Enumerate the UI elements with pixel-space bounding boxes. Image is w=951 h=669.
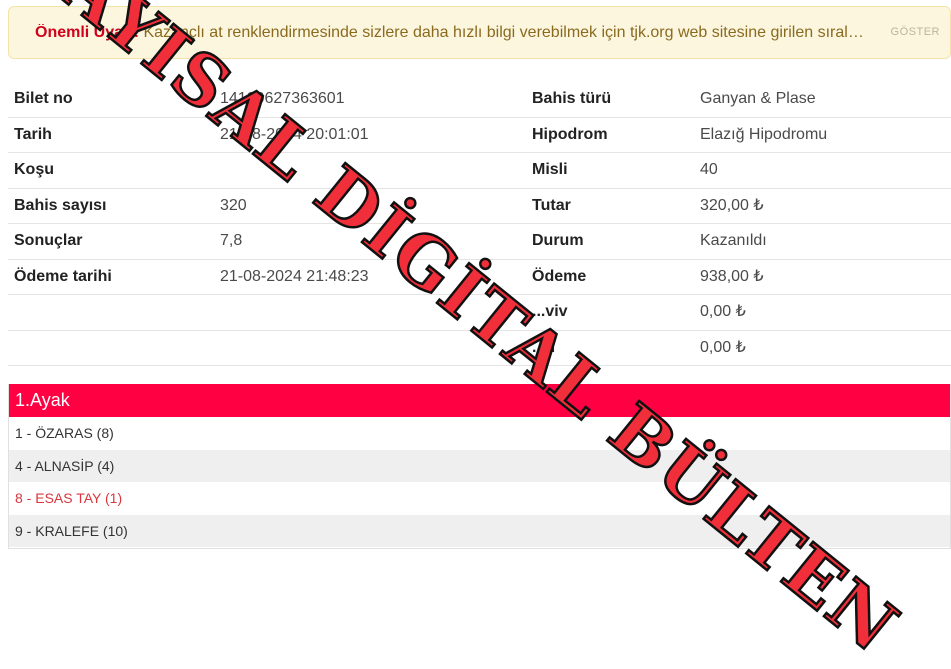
detail-row: Koşu Misli 40 <box>8 153 951 189</box>
detail-label: Bilet no <box>14 90 73 107</box>
detail-label: Bahis sayısı <box>14 196 107 214</box>
warning-banner: Önemli Uyarı! Kazançlı at renklendirmesi… <box>8 6 951 59</box>
detail-value: 21-08-2024 21:48:23 <box>220 267 369 285</box>
detail-value: 320,00 ₺ <box>700 196 764 214</box>
warning-message: Kazançlı at renklendirmesinde sizlere da… <box>143 24 865 41</box>
detail-label: Koşu <box>14 161 54 178</box>
detail-value: 7,8 <box>220 232 243 249</box>
detail-value: Elazığ Hipodromu <box>700 125 828 143</box>
detail-label: Sonuçlar <box>14 232 83 249</box>
detail-row: ...d 0,00 ₺ <box>8 331 951 366</box>
detail-value: Kazanıldı <box>700 232 767 249</box>
detail-label: Hipodrom <box>532 125 608 143</box>
detail-value: 21-08-2024 20:01:01 <box>220 125 369 143</box>
leg-title: 1.Ayak <box>9 384 950 417</box>
detail-row: Bilet no 14100627363601 Bahis türü Ganya… <box>8 82 951 118</box>
detail-label: Ödeme tarihi <box>14 267 112 285</box>
detail-label: Tutar <box>532 196 571 214</box>
horse-row[interactable]: 4 - ALNASİP (4) <box>9 449 950 482</box>
detail-label: Tarih <box>14 125 52 143</box>
detail-label: ...d <box>532 338 556 356</box>
detail-value: Ganyan & Plase <box>700 90 816 107</box>
horse-row[interactable]: 1 - ÖZARAS (8) <box>9 417 950 450</box>
detail-row: Tarih 21-08-2024 20:01:01 Hipodrom Elazı… <box>8 118 951 153</box>
detail-row: Sonuçlar 7,8 Durum Kazanıldı <box>8 224 951 260</box>
detail-label: Bahis türü <box>532 90 612 107</box>
detail-row: ...viv 0,00 ₺ <box>8 295 951 331</box>
detail-value: 320 <box>220 196 247 214</box>
detail-label: Durum <box>532 232 584 249</box>
ticket-details: Bilet no 14100627363601 Bahis türü Ganya… <box>8 82 951 366</box>
show-button[interactable]: GÖSTER <box>891 26 940 38</box>
detail-value: 0,00 ₺ <box>700 338 746 356</box>
leg-panel: 1.Ayak 1 - ÖZARAS (8) 4 - ALNASİP (4) 8 … <box>8 384 951 549</box>
horse-row-highlighted[interactable]: 8 - ESAS TAY (1) <box>9 482 950 515</box>
detail-value: 0,00 ₺ <box>700 303 746 320</box>
detail-row: Bahis sayısı 320 Tutar 320,00 ₺ <box>8 189 951 224</box>
warning-text: Önemli Uyarı! Kazançlı at renklendirmesi… <box>35 24 865 42</box>
horse-row[interactable]: 9 - KRALEFE (10) <box>9 514 950 547</box>
detail-label: Ödeme <box>532 267 587 285</box>
detail-row: Ödeme tarihi 21-08-2024 21:48:23 Ödeme 9… <box>8 260 951 295</box>
detail-label: ...viv <box>532 303 568 320</box>
detail-value: 938,00 ₺ <box>700 267 764 285</box>
detail-label: Misli <box>532 161 568 178</box>
detail-value: 40 <box>700 161 718 178</box>
warning-title: Önemli Uyarı! <box>35 24 140 41</box>
detail-value: 14100627363601 <box>220 90 345 107</box>
